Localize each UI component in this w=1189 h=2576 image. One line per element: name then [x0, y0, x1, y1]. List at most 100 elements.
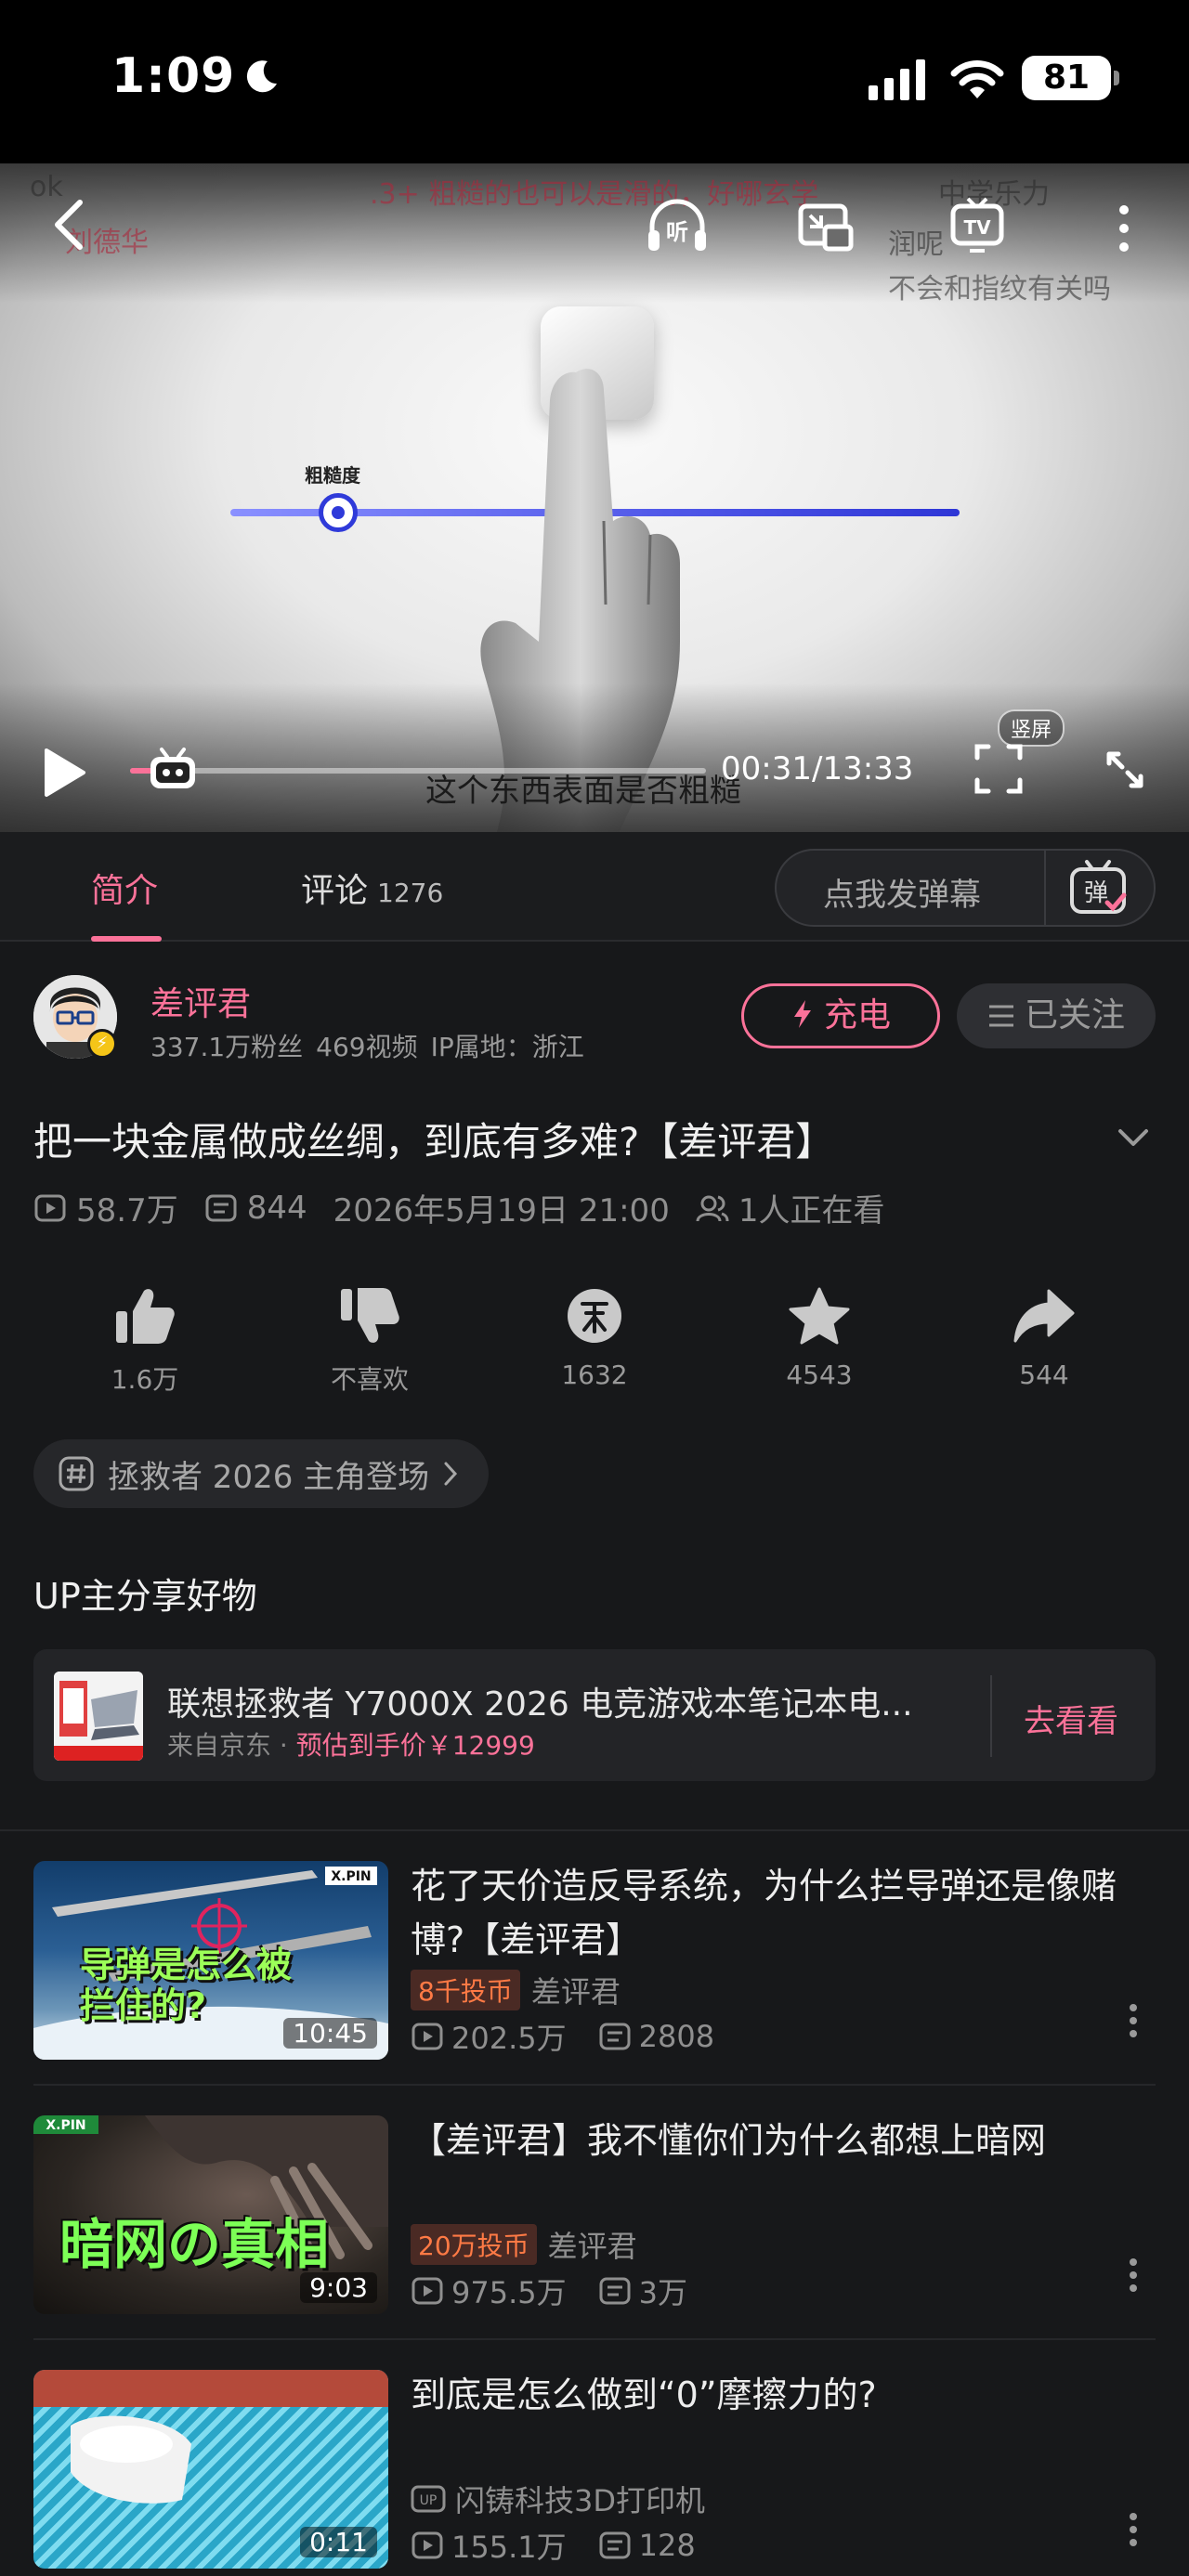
- goods-source-label: 来自京东 ·: [167, 1730, 296, 1761]
- related-view-count: 975.5万: [451, 2275, 567, 2310]
- view-count: 58.7万: [76, 1192, 178, 1229]
- related-video-author: 差评君: [530, 1974, 621, 2010]
- more-options-icon[interactable]: [1126, 2511, 1141, 2548]
- related-video-title: 花了天价造反导系统，为什么拦导弹还是像赌博?【差评君】: [411, 1866, 1117, 1960]
- related-video-stats: 155.1万 128: [411, 2524, 696, 2567]
- goods-title: 联想拯救者 Y7000X 2026 电竞游戏本笔记本电...: [167, 1685, 913, 1724]
- svg-text:X.PIN: X.PIN: [331, 1869, 371, 1884]
- star-icon: [789, 1287, 850, 1345]
- favorite-button[interactable]: 4543: [754, 1285, 884, 1390]
- status-bar: 1:09 81: [0, 0, 1189, 163]
- danmaku-count-icon: [599, 2023, 631, 2050]
- vertical-screen-icon[interactable]: [973, 743, 1024, 795]
- uploader-ip: IP属地：浙江: [430, 1032, 584, 1062]
- watching-people-icon: [696, 1195, 729, 1221]
- related-video-item[interactable]: X.PIN 暗网の真相 9:03 【差评君】我不懂你们为什么都想上暗网 20万投…: [0, 2086, 1189, 2340]
- video-title: 把一块金属做成丝绸，到底有多难?【差评君】: [33, 1119, 835, 1164]
- related-video-info: UP 闪铸科技3D打印机: [411, 2478, 705, 2520]
- wifi-icon: [950, 60, 1004, 98]
- goods-source: 来自京东 · 预估到手价￥12999: [167, 1725, 535, 1763]
- back-icon[interactable]: [46, 197, 93, 253]
- vertical-screen-badge: 竖屏: [998, 709, 1065, 747]
- danmaku-divider: [1044, 851, 1046, 925]
- goods-divider: [990, 1675, 992, 1757]
- like-count: 1.6万: [111, 1364, 179, 1395]
- tv-cast-icon[interactable]: TV: [949, 197, 1005, 254]
- dislike-button[interactable]: 不喜欢: [305, 1285, 435, 1397]
- related-video-thumbnail: X.PIN 导弹是怎么被拦住的? 10:45: [33, 1861, 388, 2060]
- goods-card[interactable]: 联想拯救者 Y7000X 2026 电竞游戏本笔记本电... 来自京东 · 预估…: [33, 1649, 1156, 1781]
- expand-chevron-icon[interactable]: [1115, 1124, 1152, 1151]
- picture-in-picture-icon[interactable]: [797, 199, 855, 254]
- tab-bar: 简介 评论 1276 点我发弹幕 弹: [0, 832, 1189, 942]
- moon-icon: [246, 60, 277, 93]
- danmaku-input[interactable]: 点我发弹幕 弹: [775, 849, 1156, 927]
- lightning-icon: [793, 1000, 811, 1028]
- tab-comments[interactable]: 评论 1276: [301, 864, 443, 912]
- svg-text:听: 听: [666, 219, 688, 245]
- share-icon: [1013, 1289, 1075, 1343]
- fullscreen-icon[interactable]: [1102, 747, 1148, 793]
- danmaku-input-placeholder: 点我发弹幕: [823, 877, 981, 914]
- related-video-author: 差评君: [547, 2229, 637, 2264]
- thumbs-down-icon: [341, 1288, 399, 1343]
- progress-thumb-tv-icon[interactable]: [145, 746, 201, 792]
- listen-mode-icon[interactable]: 听: [645, 195, 710, 256]
- related-video-title: 到底是怎么做到“0”摩擦力的?: [411, 2374, 877, 2415]
- goods-view-button[interactable]: 去看看: [1024, 1696, 1118, 1741]
- play-count-icon: [412, 2023, 443, 2050]
- more-options-icon[interactable]: [1126, 2002, 1141, 2039]
- related-view-count: 155.1万: [451, 2530, 567, 2565]
- charge-button[interactable]: 充电: [741, 983, 940, 1048]
- chevron-right-icon: [444, 1462, 458, 1486]
- more-options-icon[interactable]: [1113, 201, 1135, 256]
- related-video-info: 20万投币 差评君: [411, 2223, 637, 2266]
- charge-label: 充电: [823, 996, 891, 1034]
- related-video-title: 【差评君】我不懂你们为什么都想上暗网: [411, 2120, 1047, 2161]
- share-count: 544: [1019, 1360, 1069, 1390]
- like-button[interactable]: 1.6万: [80, 1285, 210, 1397]
- danmaku-settings-icon[interactable]: 弹: [1065, 856, 1131, 921]
- related-danmaku-count: 128: [638, 2528, 696, 2563]
- coin-count: 1632: [561, 1360, 628, 1390]
- related-video-author: 闪铸科技3D打印机: [455, 2483, 706, 2518]
- tab-active-indicator: [91, 936, 162, 942]
- tab-intro[interactable]: 简介: [91, 864, 158, 912]
- coin-icon: [568, 1289, 621, 1343]
- thumbnail-headline: 导弹是怎么被拦住的?: [80, 1945, 293, 2026]
- watching-count: 1人正在看: [738, 1192, 885, 1229]
- cellular-signal-icon: [869, 59, 925, 100]
- play-icon[interactable]: [39, 745, 89, 800]
- more-options-icon[interactable]: [1126, 2257, 1141, 2294]
- coin-button[interactable]: 1632: [529, 1285, 660, 1390]
- uploader-stats: 337.1万粉丝 469视频 IP属地：浙江: [150, 1027, 597, 1064]
- play-count-icon: [412, 2531, 443, 2559]
- related-video-thumbnail: 0:11: [33, 2370, 388, 2569]
- publish-time: 2026年5月19日 21:00: [333, 1192, 670, 1229]
- related-video-info: 8千投币 差评君: [411, 1969, 621, 2011]
- topic-hash-icon: [59, 1456, 94, 1491]
- related-view-count: 202.5万: [451, 2021, 567, 2056]
- related-video-stats: 202.5万 2808: [411, 2015, 714, 2058]
- uploader-name[interactable]: 差评君: [150, 977, 251, 1025]
- uploader-fans: 337.1万粉丝: [150, 1032, 304, 1062]
- progress-bar[interactable]: [130, 768, 706, 774]
- video-player[interactable]: ok 刘德华 .3+ 粗糙的也可以是滑的，好哪玄学 中学乐力 润呢 不会和指纹有…: [0, 163, 1189, 832]
- charge-badge-icon: ⚡: [87, 1029, 117, 1059]
- related-video-item[interactable]: X.PIN 导弹是怎么被拦住的? 10:45 花了天价造反导系统，为什么拦导弹还…: [0, 1831, 1189, 2086]
- status-time: 1:09: [111, 48, 236, 104]
- svg-text:TV: TV: [963, 216, 991, 239]
- share-button[interactable]: 544: [979, 1285, 1109, 1390]
- topic-tag[interactable]: 拯救者 2026 主角登场: [33, 1439, 490, 1508]
- coin-badge: 8千投币: [411, 1970, 520, 2010]
- follow-button[interactable]: 已关注: [957, 983, 1156, 1048]
- svg-text:弹: 弹: [1084, 879, 1108, 907]
- related-danmaku-count: 2808: [638, 2019, 715, 2054]
- roughness-slider-knob: [319, 493, 358, 532]
- related-video-item[interactable]: 0:11 到底是怎么做到“0”摩擦力的? UP 闪铸科技3D打印机 155.1万…: [0, 2340, 1189, 2569]
- danmaku-comment: .3+ 粗糙的也可以是滑的，好哪玄学: [370, 178, 819, 211]
- video-duration: 9:03: [300, 2272, 377, 2303]
- laptop-product-image: [54, 1672, 143, 1761]
- thumbs-up-icon: [116, 1289, 175, 1344]
- video-duration: 0:11: [300, 2527, 377, 2557]
